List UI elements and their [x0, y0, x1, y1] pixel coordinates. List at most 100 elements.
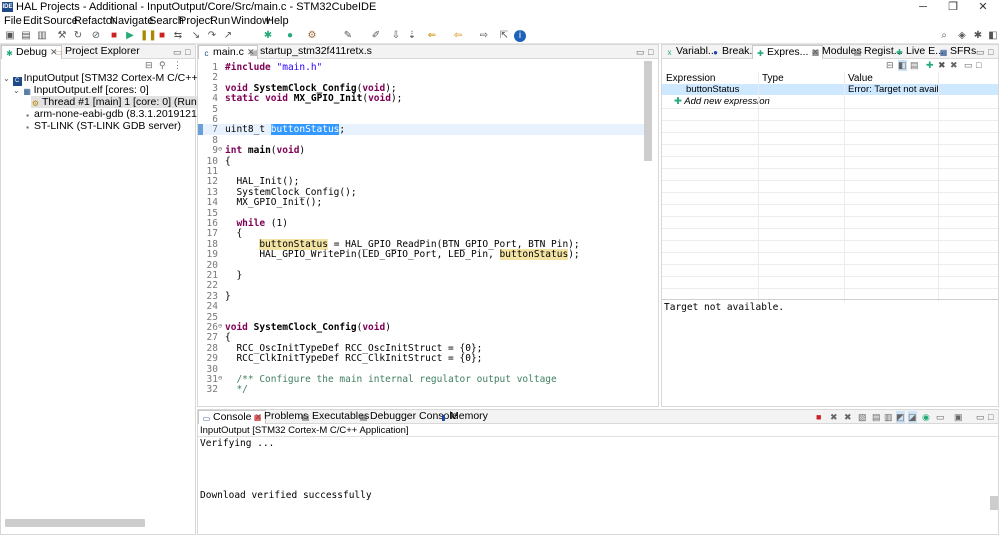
minimize-view-icon[interactable]: ▭: [964, 60, 973, 71]
code-line[interactable]: SystemClock_Config();: [225, 187, 356, 198]
vertical-scrollbar-thumb[interactable]: [644, 61, 652, 161]
tab-memory[interactable]: ▮ Memory: [436, 410, 491, 424]
save-all-icon[interactable]: ▥: [36, 30, 48, 42]
code-line[interactable]: {: [225, 332, 231, 343]
info-icon[interactable]: i: [514, 30, 526, 42]
new-connection-icon[interactable]: ✎: [342, 30, 354, 42]
open-console-icon[interactable]: ▣: [954, 411, 963, 423]
layout-icon[interactable]: ◧: [898, 60, 907, 71]
code-line[interactable]: RCC_OscInitTypeDef RCC_OscInitStruct = {…: [225, 343, 482, 354]
minimize-view-icon[interactable]: ▭: [636, 46, 645, 58]
maximize-view-icon[interactable]: □: [185, 46, 190, 58]
collapse-all-icon[interactable]: ⊟: [886, 60, 894, 71]
maximize-view-icon[interactable]: □: [976, 60, 981, 70]
refresh-icon[interactable]: ↻: [72, 30, 84, 42]
menu-navigate[interactable]: Navigate: [110, 15, 153, 28]
close-icon[interactable]: ✕: [968, 0, 998, 14]
remove-expression-icon[interactable]: ✖: [938, 60, 946, 71]
resume-icon[interactable]: ▶: [124, 30, 136, 42]
restore-icon[interactable]: ❐: [938, 0, 968, 14]
mark-occurrences-icon[interactable]: ✐: [370, 30, 382, 42]
view-menu-icon[interactable]: ⋮: [173, 60, 182, 71]
code-line[interactable]: static void MX_GPIO_Init(void);: [225, 93, 402, 104]
code-editor[interactable]: 1 #include "main.h" 2 3 void SystemClock_Con…: [198, 61, 658, 406]
fold-icon[interactable]: ⊖: [218, 374, 224, 382]
step-return-icon[interactable]: ↗: [222, 30, 234, 42]
search-icon[interactable]: ⌕: [938, 30, 950, 42]
minimize-view-icon[interactable]: ▭: [173, 46, 182, 58]
maximize-view-icon[interactable]: □: [988, 46, 993, 58]
build-icon[interactable]: ⚒: [56, 30, 68, 42]
code-line[interactable]: /** Configure the main internal regulato…: [225, 374, 556, 385]
scroll-lock-icon[interactable]: ▤: [872, 411, 881, 423]
disconnect-icon[interactable]: ⇆: [172, 30, 184, 42]
back-icon[interactable]: ⇦: [452, 30, 464, 42]
code-line[interactable]: void SystemClock_Config(void): [225, 322, 391, 333]
code-line[interactable]: #include "main.h": [225, 62, 322, 73]
show-on-output-icon[interactable]: ◩: [896, 411, 905, 423]
code-line[interactable]: */: [225, 384, 247, 395]
horizontal-scrollbar-thumb[interactable]: [5, 519, 145, 527]
step-over-icon[interactable]: ↷: [206, 30, 218, 42]
vertical-scrollbar-thumb[interactable]: [990, 496, 998, 510]
code-line[interactable]: }: [225, 270, 242, 281]
debug-perspective-icon[interactable]: ✱: [972, 30, 984, 42]
tab-startup-s[interactable]: ▤ startup_stm32f411retx.s: [246, 45, 375, 59]
menu-project[interactable]: Project: [179, 15, 213, 28]
save-icon[interactable]: ▤: [20, 30, 32, 42]
collapse-arrow-icon[interactable]: ⌄: [3, 74, 10, 83]
remove-all-launches-icon[interactable]: ✖: [844, 411, 852, 423]
skip-breakpoints-icon[interactable]: ⊘: [90, 30, 102, 42]
tree-item-thread[interactable]: ⚙ Thread #1 [main] 1 [core: 0] (Running): [31, 96, 223, 108]
fold-icon[interactable]: ⊖: [218, 322, 224, 330]
collapse-all-icon[interactable]: ⊟: [145, 60, 153, 71]
minimize-icon[interactable]: ─: [908, 0, 938, 14]
new-icon[interactable]: ▣: [4, 30, 16, 42]
terminate-icon[interactable]: ■: [108, 30, 120, 42]
code-line[interactable]: RCC_ClkInitTypeDef RCC_ClkInitStruct = {…: [225, 353, 482, 364]
minimize-view-icon[interactable]: ▭: [976, 46, 985, 58]
code-line[interactable]: MX_GPIO_Init();: [225, 197, 322, 208]
show-on-error-icon[interactable]: ◪: [908, 411, 917, 423]
step-into-icon[interactable]: ↘: [190, 30, 202, 42]
tree-item-stlink[interactable]: ▪ ST-LINK (ST-LINK GDB server): [23, 120, 181, 132]
add-expression-icon[interactable]: ✚: [926, 60, 934, 71]
menu-help[interactable]: Help: [266, 15, 289, 28]
perspective-cube-icon[interactable]: ◈: [956, 30, 968, 42]
collapse-arrow-icon[interactable]: ⌄: [13, 86, 20, 95]
code-line[interactable]: buttonStatus = HAL_GPIO_ReadPin(BTN_GPIO…: [225, 238, 580, 250]
add-new-expression-row[interactable]: ✚ Add new expression: [674, 96, 770, 108]
code-line[interactable]: HAL_GPIO_WritePin(LED_GPIO_Port, LED_Pin…: [225, 249, 580, 261]
tab-sfrs[interactable]: ▦ SFRs: [936, 45, 979, 59]
filter-icon[interactable]: ⚲: [159, 60, 166, 71]
stop-icon[interactable]: ■: [156, 30, 168, 42]
menu-run[interactable]: Run: [210, 15, 230, 28]
external-tools-icon[interactable]: ⚙: [306, 30, 318, 42]
remove-launch-icon[interactable]: ✖: [830, 411, 838, 423]
last-edit-icon[interactable]: ⇐: [426, 30, 438, 42]
tab-project-explorer[interactable]: ▭ Project Explorer: [51, 45, 143, 59]
code-line[interactable]: while (1): [225, 218, 288, 229]
menu-file[interactable]: File: [4, 15, 22, 28]
run-icon[interactable]: ●: [284, 30, 296, 42]
code-line[interactable]: uint8_t buttonStatus;: [225, 124, 345, 136]
next-annotation-icon[interactable]: ⇣: [406, 30, 418, 42]
minimize-view-icon[interactable]: ▭: [976, 411, 985, 423]
pin-icon[interactable]: ⇩: [390, 30, 402, 42]
terminate-icon[interactable]: ■: [816, 411, 821, 423]
open-element-icon[interactable]: ⇱: [498, 30, 510, 42]
code-line[interactable]: HAL_Init();: [225, 176, 299, 187]
code-line[interactable]: int main(void): [225, 145, 305, 156]
remove-all-icon[interactable]: ✖: [950, 60, 958, 71]
code-line[interactable]: {: [225, 228, 242, 239]
table-row[interactable]: buttonStatus Error: Target not availa...: [662, 84, 998, 95]
clear-console-icon[interactable]: ▧: [858, 411, 867, 423]
pin-console-icon[interactable]: ◉: [922, 411, 930, 423]
forward-icon[interactable]: ⇨: [478, 30, 490, 42]
suspend-icon[interactable]: ❚❚: [140, 30, 157, 42]
maximize-view-icon[interactable]: □: [988, 411, 993, 423]
c-perspective-icon[interactable]: ◧: [987, 30, 999, 42]
detail-pane-divider[interactable]: [662, 299, 998, 300]
code-line[interactable]: }: [225, 291, 231, 302]
maximize-view-icon[interactable]: □: [648, 46, 653, 58]
